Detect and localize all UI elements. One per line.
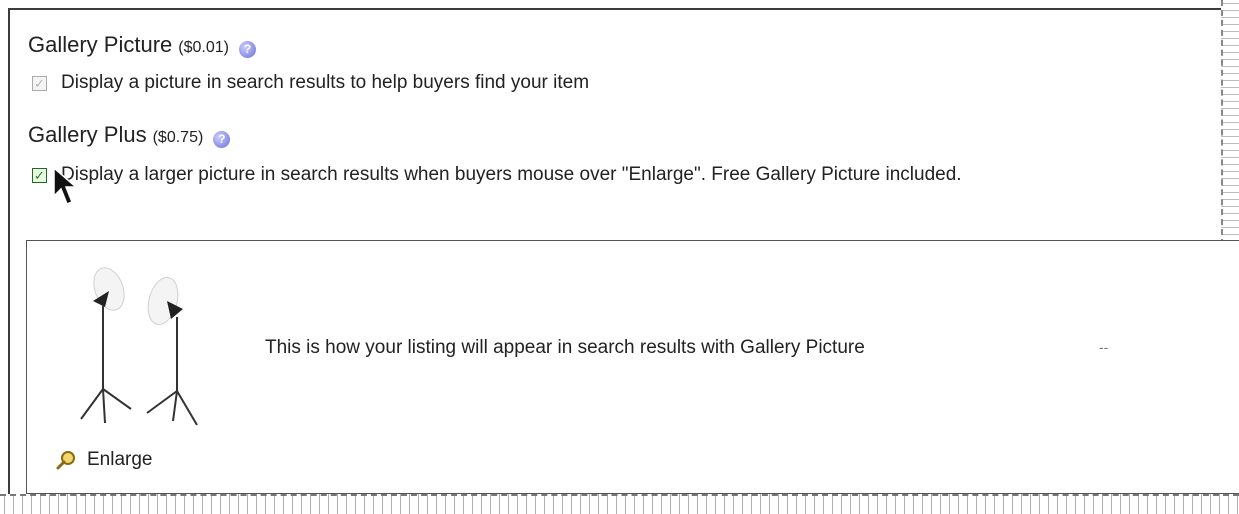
gallery-preview-box: This is how your listing will appear in …	[26, 240, 1239, 494]
help-icon[interactable]: ?	[213, 131, 231, 148]
magnifier-icon	[56, 451, 75, 470]
gallery-picture-checkbox[interactable]: ✓	[32, 75, 47, 91]
gallery-picture-option-label: Display a picture in search results to h…	[61, 72, 590, 93]
help-icon[interactable]: ?	[238, 41, 256, 58]
preview-placeholder: --	[1099, 339, 1109, 355]
enlarge-label[interactable]: Enlarge	[87, 449, 153, 471]
enlarge-link[interactable]: Enlarge	[55, 449, 153, 471]
gallery-picture-heading: Gallery Picture ($0.01) ?	[28, 32, 256, 58]
gallery-picture-option: ✓ Display a picture in search results to…	[32, 72, 589, 94]
gallery-plus-title: Gallery Plus	[28, 122, 147, 147]
torn-edge-bottom	[0, 494, 1239, 514]
gallery-plus-price: ($0.75)	[152, 129, 204, 146]
gallery-plus-heading: Gallery Plus ($0.75) ?	[28, 122, 231, 148]
light-stands-thumbnail	[80, 267, 198, 426]
gallery-plus-checkbox[interactable]: ✓	[32, 167, 47, 183]
gallery-plus-option-label: Display a larger picture in search resul…	[61, 164, 962, 185]
gallery-picture-title: Gallery Picture	[28, 32, 173, 57]
gallery-picture-price: ($0.01)	[178, 39, 229, 56]
gallery-plus-option: ✓ Display a larger picture in search res…	[32, 164, 962, 186]
mouse-cursor-icon	[53, 166, 78, 205]
preview-description: This is how your listing will appear in …	[265, 337, 865, 358]
